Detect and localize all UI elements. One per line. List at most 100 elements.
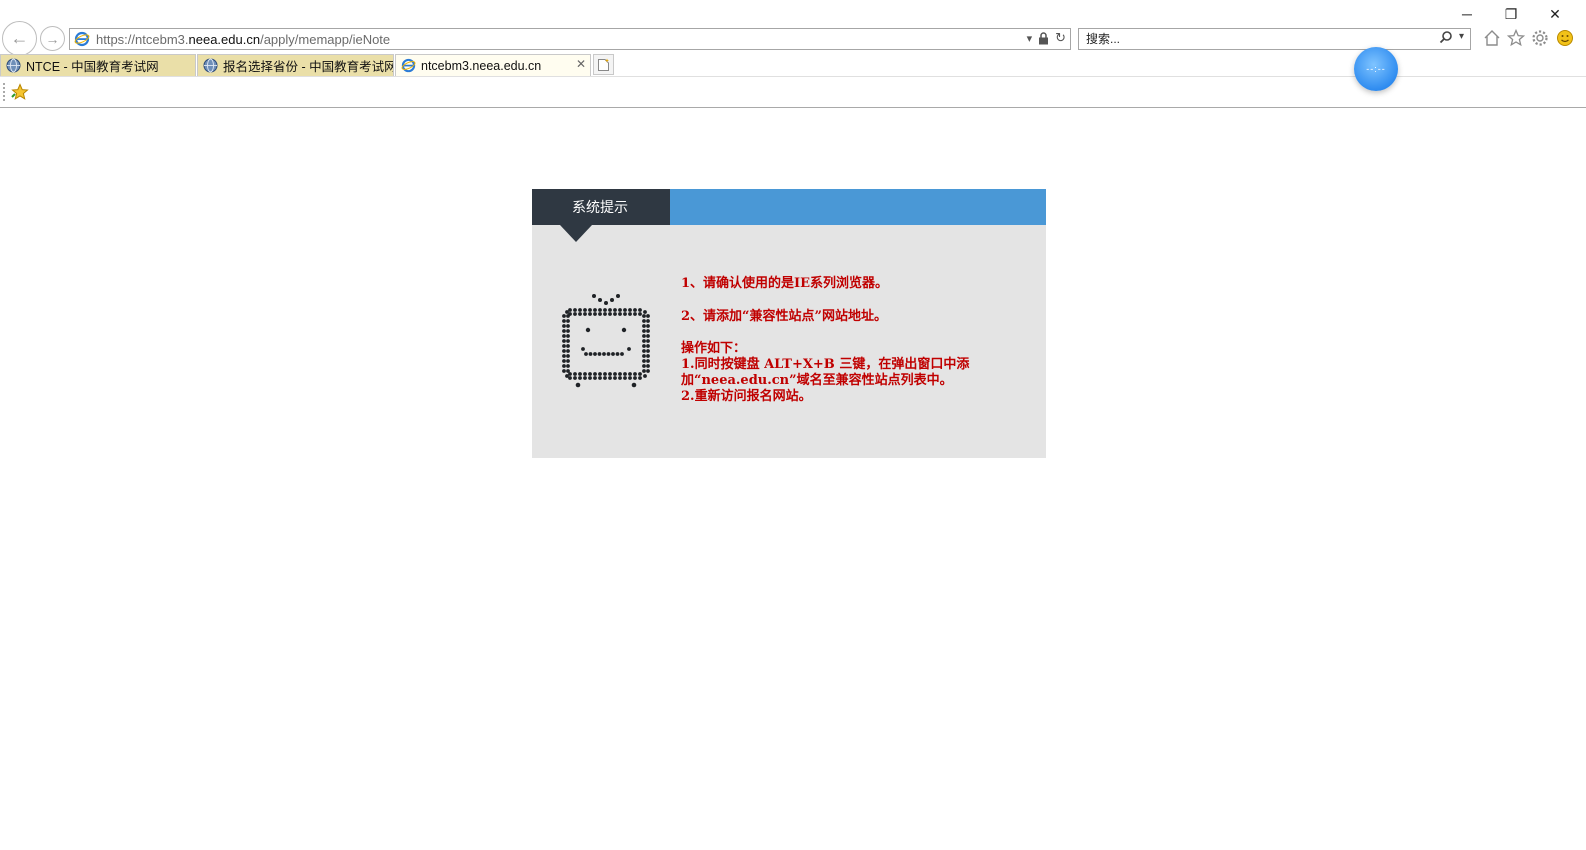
notice-step-2: 2.重新访问报名网站。: [681, 389, 812, 404]
tv-dot: [578, 372, 582, 376]
back-button[interactable]: ←: [2, 21, 37, 56]
tv-dot: [642, 334, 646, 338]
tv-dot: [566, 369, 570, 373]
tv-dot: [562, 349, 566, 353]
home-icon[interactable]: [1482, 28, 1502, 48]
tv-dot: [562, 344, 566, 348]
arrow-right-icon: →: [45, 30, 60, 47]
tv-dot: [566, 314, 570, 318]
tv-dot: [603, 372, 607, 376]
url-text[interactable]: https://ntcebm3.neea.edu.cn/apply/memapp…: [96, 32, 390, 47]
tv-dot: [583, 372, 587, 376]
tv-dot: [608, 312, 612, 316]
tv-dot: [642, 364, 646, 368]
tv-dot: [566, 319, 570, 323]
search-box[interactable]: ▾: [1078, 28, 1471, 50]
new-tab-button[interactable]: [593, 54, 614, 75]
tv-dot: [578, 376, 582, 380]
search-dropdown-icon[interactable]: ▾: [1459, 30, 1464, 44]
favorites-bar: [0, 76, 1586, 107]
tv-dot: [642, 349, 646, 353]
star-icon[interactable]: [1506, 28, 1526, 48]
forward-button[interactable]: →: [40, 26, 65, 51]
tv-dot: [642, 369, 646, 373]
tv-dot: [613, 376, 617, 380]
search-icon[interactable]: [1439, 30, 1453, 44]
tv-dot: [562, 339, 566, 343]
tv-dot: [566, 329, 570, 333]
tv-dot: [578, 308, 582, 312]
tv-dot: [566, 339, 570, 343]
tv-dot: [593, 352, 597, 356]
minimize-button[interactable]: ─: [1453, 4, 1481, 24]
notice-line-compat-site: 2、请添加“兼容性站点”网站地址。: [681, 309, 888, 324]
tv-dot: [615, 352, 620, 356]
notice-text: 1、请确认使用的是IE系列浏览器。 2、请添加“兼容性站点”网站地址。 操作如下…: [681, 276, 1001, 405]
tv-dot: [573, 376, 577, 380]
new-tab-icon: [598, 58, 609, 71]
tv-dot: [602, 352, 606, 356]
tv-dot: [578, 312, 582, 316]
tv-dot: [642, 339, 646, 343]
tv-dot: [562, 364, 566, 368]
tv-dot: [588, 372, 592, 376]
tv-dot: [565, 310, 569, 314]
tv-dot: [643, 374, 647, 378]
tv-dot: [566, 359, 570, 363]
tv-dot: [623, 372, 627, 376]
restore-button[interactable]: ❐: [1497, 4, 1525, 24]
tv-dot: [646, 349, 650, 353]
tab-ntce[interactable]: NTCE - 中国教育考试网: [0, 54, 196, 76]
url-prefix: https://ntcebm3.: [96, 31, 189, 47]
address-bar[interactable]: https://ntcebm3.neea.edu.cn/apply/memapp…: [69, 28, 1071, 50]
ie-page-icon: [74, 31, 90, 47]
smiley-icon[interactable]: [1555, 28, 1575, 48]
refresh-icon[interactable]: ↻: [1055, 30, 1066, 46]
close-icon[interactable]: ✕: [576, 57, 586, 71]
tv-dot: [603, 312, 607, 316]
tv-dot: [646, 354, 650, 358]
tv-dot: [628, 376, 632, 380]
floating-assistant-widget[interactable]: --:--: [1354, 47, 1398, 91]
tv-dot: [646, 339, 650, 343]
tv-dot: [593, 312, 597, 316]
dropdown-arrow-icon[interactable]: ▾: [1027, 32, 1033, 45]
tv-dot: [598, 376, 602, 380]
tv-dot: [566, 334, 570, 338]
tv-dot: [613, 312, 617, 316]
tv-dot: [642, 314, 646, 318]
close-window-button[interactable]: ✕: [1541, 4, 1569, 24]
tv-dot: [608, 376, 612, 380]
tv-dot: [618, 308, 622, 312]
search-input[interactable]: [1086, 32, 1416, 46]
tv-dot: [608, 308, 612, 312]
add-favorite-icon[interactable]: [11, 83, 31, 103]
tv-dot: [565, 374, 569, 378]
lock-icon[interactable]: [1038, 31, 1049, 45]
url-path: /apply/memapp/ieNote: [260, 31, 391, 47]
tv-dot: [584, 352, 588, 356]
notice-line-ie-browser: 1、请确认使用的是IE系列浏览器。: [681, 276, 889, 291]
tv-dot: [646, 329, 650, 333]
tv-dot: [628, 312, 632, 316]
tv-dot: [581, 347, 585, 351]
gear-icon[interactable]: [1530, 28, 1550, 48]
neea-globe-icon: [6, 58, 21, 73]
tab-label: NTCE - 中国教育考试网: [26, 60, 159, 74]
notice-step-1: 1.同时按键盘 ALT+X+B 三键，在弹出窗口中添加“neea.edu.cn”…: [681, 357, 970, 388]
tv-dot: [633, 372, 637, 376]
tab-ie-note[interactable]: ntcebm3.neea.edu.cn ✕: [395, 54, 591, 76]
tv-dot: [562, 354, 566, 358]
tv-dot: [628, 372, 632, 376]
tv-dot: [623, 312, 627, 316]
url-host: neea.edu.cn: [188, 31, 261, 47]
tv-dot: [562, 324, 566, 328]
tab-select-province[interactable]: 报名选择省份 - 中国教育考试网: [197, 54, 394, 76]
tv-dot: [562, 369, 566, 373]
tv-dot: [583, 308, 587, 312]
toolbar-grip[interactable]: [3, 83, 5, 101]
title-pointer: [560, 225, 592, 242]
tv-dot: [627, 347, 631, 351]
tv-dot: [646, 359, 650, 363]
system-notice-card: 系统提示 1、请确认使用的是IE系列浏览器。 2、请添加“兼容性站点”网站地址。…: [532, 189, 1046, 458]
